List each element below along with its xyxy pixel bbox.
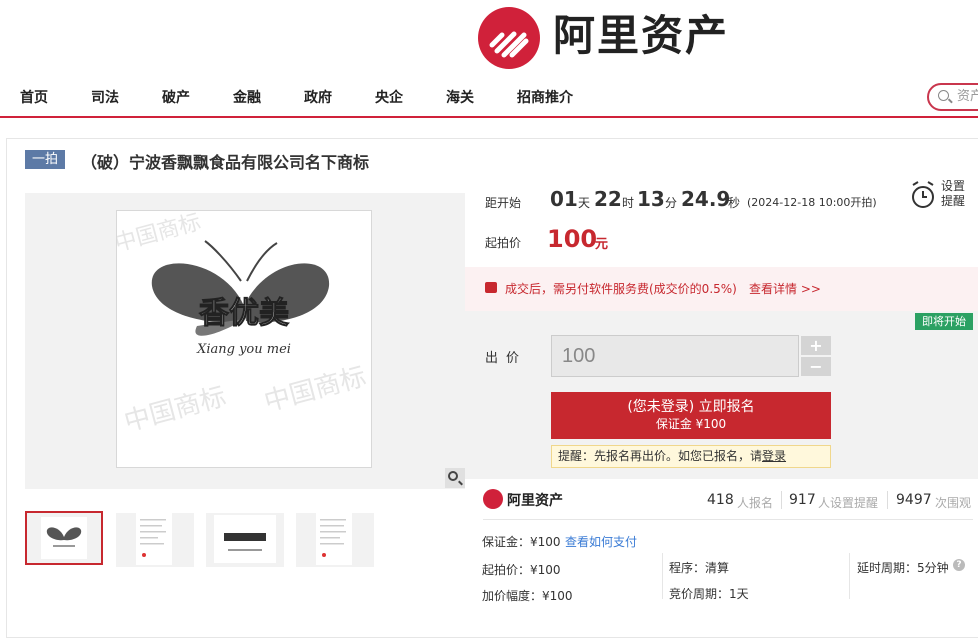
- thumbnail-2[interactable]: [116, 513, 194, 567]
- reminder-label-line1: 设置: [941, 179, 966, 193]
- watermark-text-2: 中国商标: [121, 382, 229, 438]
- thumbnail-butterfly-image: [41, 517, 87, 559]
- thumbnail-1[interactable]: [25, 511, 103, 565]
- zoom-button[interactable]: [445, 468, 465, 488]
- bid-section: 即将开始 出价 100 + − (您未登录) 立即报名 保证金 ¥100 提醒：…: [465, 311, 978, 479]
- nav-item-customs[interactable]: 海关: [446, 87, 474, 107]
- main-nav: 首页 司法 破产 金融 政府 央企 海关 招商推介 资产: [0, 74, 978, 118]
- delay-period-info: 延时周期：5分钟: [857, 561, 949, 575]
- seller-brand-name: 阿里资产: [507, 493, 563, 509]
- login-link[interactable]: 登录: [762, 449, 786, 463]
- auction-round-tag: 一拍: [25, 150, 65, 169]
- start-price-label: 起拍价: [485, 236, 522, 250]
- decrease-bid-button[interactable]: −: [801, 357, 831, 376]
- nav-item-government[interactable]: 政府: [304, 87, 332, 107]
- help-icon[interactable]: ?: [953, 559, 965, 571]
- procedure-info: 程序：清算: [669, 561, 730, 575]
- register-button[interactable]: (您未登录) 立即报名 保证金 ¥100: [551, 392, 831, 439]
- countdown-hours-unit: 时: [622, 196, 635, 210]
- column-divider: [849, 553, 850, 599]
- status-badge: 即将开始: [915, 313, 973, 330]
- countdown-seconds: 24.9: [681, 187, 731, 211]
- thumbnail-4[interactable]: [296, 513, 374, 567]
- thumbnail-document-image-2: [316, 513, 352, 565]
- register-button-label: (您未登录) 立即报名: [627, 399, 755, 415]
- trademark-logo-caption: Xiang you mei: [196, 342, 291, 357]
- thumbnail-trademark-text-image: [214, 515, 276, 563]
- reminder-count-label: 人设置提醒: [818, 496, 879, 510]
- login-reminder: 提醒：先报名再出价。如您已报名，请登录: [551, 445, 831, 468]
- watermark-text-1: 中国商标: [117, 211, 204, 257]
- nav-item-judicial[interactable]: 司法: [91, 87, 119, 107]
- brand-name[interactable]: 阿里资产: [553, 12, 729, 60]
- search-placeholder: 资产: [957, 89, 978, 104]
- start-price-unit: 元: [595, 237, 609, 252]
- thumbnail-3[interactable]: [206, 513, 284, 567]
- bid-label: 出价: [485, 351, 528, 366]
- nav-item-soe[interactable]: 央企: [375, 87, 403, 107]
- auction-info-panel: 距开始 01 天 22 时 13 分 24.9 秒 (2024-12-18 10…: [465, 179, 978, 639]
- search-icon: [938, 90, 949, 101]
- divider: [483, 519, 973, 520]
- bidding-period-info: 竞价周期：1天: [669, 587, 749, 601]
- watermark-text-3: 中国商标: [261, 362, 369, 418]
- countdown-hours: 22: [594, 187, 622, 211]
- countdown-minutes-unit: 分: [665, 196, 678, 210]
- nav-item-bankruptcy[interactable]: 破产: [162, 87, 190, 107]
- countdown-label: 距开始: [485, 196, 522, 210]
- countdown-seconds-unit: 秒: [728, 196, 741, 210]
- increment-info: 加价幅度：¥100: [482, 589, 573, 603]
- nav-item-home[interactable]: 首页: [20, 87, 48, 107]
- site-header: 阿里资产: [0, 0, 978, 70]
- set-reminder-button[interactable]: 设置 提醒: [909, 179, 973, 215]
- view-count-label: 次围观: [935, 496, 972, 510]
- countdown-minutes: 13: [637, 187, 665, 211]
- auction-detail: 一拍 （破）宁波香飘飘食品有限公司名下商标 中国商标 中国商标 中国商标 香优美…: [6, 138, 978, 638]
- stat-divider: [887, 491, 888, 509]
- zoom-icon: [448, 471, 458, 481]
- nav-item-investment[interactable]: 招商推介: [517, 87, 573, 107]
- bid-amount-input[interactable]: 100: [551, 335, 799, 377]
- how-to-pay-link[interactable]: 查看如何支付: [565, 533, 637, 550]
- start-price-value: 100: [547, 225, 598, 253]
- alarm-clock-icon: [912, 181, 934, 208]
- login-reminder-text: 提醒：先报名再出价。如您已报名，请: [558, 449, 763, 463]
- countdown-days: 01: [550, 187, 578, 211]
- fee-notice-text: 成交后，需另付软件服务费(成交价的0.5%): [505, 282, 737, 296]
- reminder-label: 设置 提醒: [941, 179, 965, 209]
- ali-assets-logo-icon[interactable]: [478, 7, 540, 69]
- trademark-logo-text: 香优美: [199, 296, 289, 331]
- main-image-viewer[interactable]: 中国商标 中国商标 中国商标 香优美 Xiang you mei: [25, 193, 465, 489]
- gift-icon: [485, 282, 497, 293]
- increase-bid-button[interactable]: +: [801, 336, 831, 355]
- signup-count: 418: [707, 492, 734, 508]
- search-input[interactable]: 资产: [927, 83, 978, 111]
- ali-assets-small-logo-icon: [483, 489, 503, 509]
- view-count: 9497: [896, 492, 932, 508]
- register-button-deposit: 保证金 ¥100: [655, 417, 727, 431]
- countdown-days-unit: 天: [578, 196, 591, 210]
- page-title: （破）宁波香飘飘食品有限公司名下商标: [81, 153, 370, 172]
- deposit-info: 保证金：¥100: [482, 535, 561, 549]
- fee-notice: 成交后，需另付软件服务费(成交价的0.5%) 查看详情 >>: [465, 267, 978, 311]
- reminder-count: 917: [789, 492, 816, 508]
- fee-details-link[interactable]: 查看详情 >>: [749, 280, 821, 297]
- start-time: (2024-12-18 10:00开拍): [747, 196, 877, 209]
- thumbnail-document-image: [136, 513, 172, 565]
- stat-divider: [781, 491, 782, 509]
- column-divider: [662, 553, 663, 599]
- signup-label: 人报名: [737, 496, 774, 510]
- start-price-info: 起拍价：¥100: [482, 563, 561, 577]
- reminder-label-line2: 提醒: [941, 194, 966, 208]
- nav-item-finance[interactable]: 金融: [233, 87, 261, 107]
- trademark-image: 中国商标 中国商标 中国商标 香优美 Xiang you mei: [112, 210, 372, 468]
